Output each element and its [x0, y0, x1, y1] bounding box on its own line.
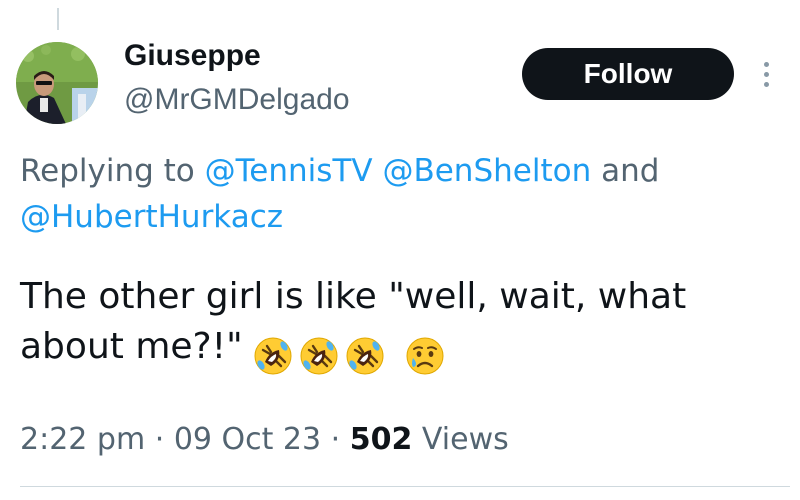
- avatar-image: [16, 42, 98, 124]
- meta-separator: ·: [330, 422, 341, 457]
- rolling-on-floor-laughing-emoji: [300, 337, 338, 375]
- more-dot: [764, 62, 769, 67]
- rolling-on-floor-laughing-emoji: [346, 337, 384, 375]
- views-label[interactable]: Views: [422, 422, 509, 457]
- tweet-time[interactable]: 2:22 pm: [20, 422, 145, 457]
- mention-tennistv[interactable]: @TennisTV: [205, 153, 373, 189]
- follow-button[interactable]: Follow: [522, 48, 734, 100]
- emoji-row: [253, 330, 451, 380]
- more-dot: [764, 72, 769, 77]
- tweet-date[interactable]: 09 Oct 23: [174, 422, 321, 457]
- author-handle[interactable]: @MrGMDelgado: [124, 82, 350, 118]
- more-vertical-icon[interactable]: [760, 60, 774, 90]
- reply-prefix: Replying to: [20, 153, 195, 189]
- mention-benshelton[interactable]: @BenShelton: [382, 153, 591, 189]
- views-count[interactable]: 502: [350, 422, 413, 457]
- sad-but-relieved-face-emoji: [406, 337, 444, 375]
- reply-conjunction: and: [601, 153, 660, 189]
- tweet-body: The other girl is like "well, wait, what…: [20, 272, 790, 380]
- rolling-on-floor-laughing-emoji: [254, 337, 292, 375]
- mention-huberthurkacz[interactable]: @HubertHurkacz: [20, 199, 283, 235]
- divider: [20, 486, 790, 487]
- avatar[interactable]: [16, 42, 98, 124]
- author-display-name[interactable]: Giuseppe: [124, 38, 261, 74]
- reply-context: Replying to @TennisTV @BenShelton and @H…: [20, 148, 790, 240]
- tweet-meta: 2:22 pm · 09 Oct 23 · 502 Views: [20, 420, 509, 460]
- more-dot: [764, 82, 769, 87]
- thread-connector-line: [57, 8, 59, 30]
- meta-separator: ·: [154, 422, 165, 457]
